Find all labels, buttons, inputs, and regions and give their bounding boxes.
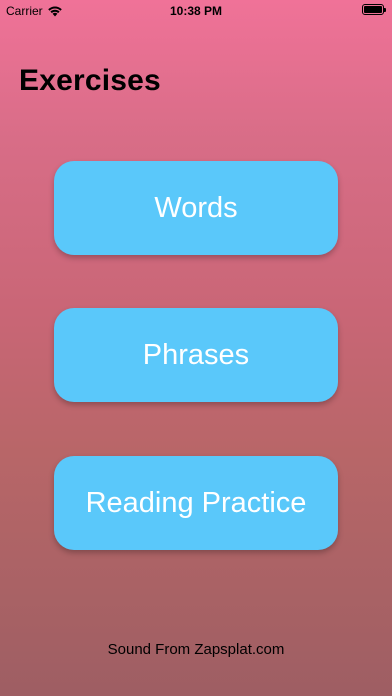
phrases-button[interactable]: Phrases [54, 308, 338, 402]
battery-icon [362, 4, 386, 15]
status-bar: Carrier 10:38 PM [0, 0, 392, 22]
words-button[interactable]: Words [54, 161, 338, 255]
sound-credit: Sound From Zapsplat.com [107, 641, 285, 658]
page-title: Exercises [19, 64, 161, 97]
reading-practice-button[interactable]: Reading Practice [54, 456, 338, 550]
status-time: 10:38 PM [169, 4, 223, 18]
